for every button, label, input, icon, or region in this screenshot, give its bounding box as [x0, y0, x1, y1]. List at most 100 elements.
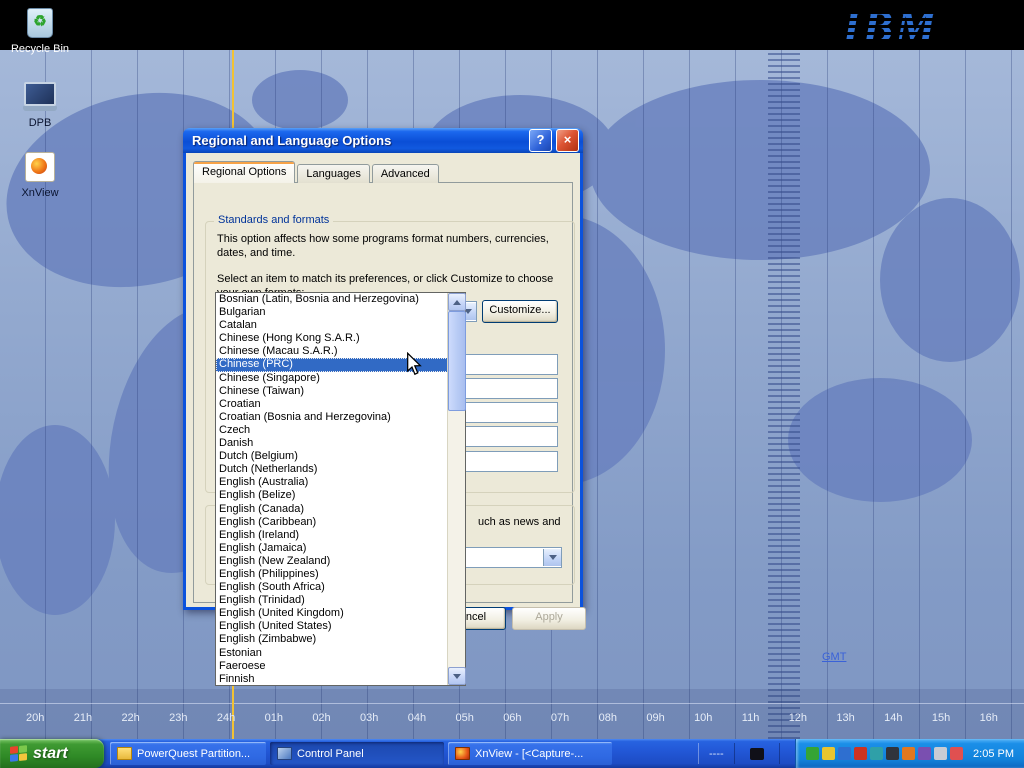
chevron-down-icon — [453, 674, 461, 679]
language-option[interactable]: Czech — [216, 424, 448, 437]
timezone-hour-label: 03h — [360, 712, 378, 724]
scheduler-icon[interactable] — [902, 747, 915, 760]
language-option[interactable]: Croatian — [216, 398, 448, 411]
timezone-hour-label: 07h — [551, 712, 569, 724]
taskbar-window-control-panel[interactable]: Control Panel — [270, 742, 444, 765]
screen: GMT 20h21h22h23h24h01h02h03h04h05h06h07h… — [0, 0, 1024, 768]
language-option[interactable]: English (Canada) — [216, 503, 448, 516]
timezone-scale: 20h21h22h23h24h01h02h03h04h05h06h07h08h0… — [26, 712, 998, 724]
desktop-icon-label: DPB — [4, 117, 76, 129]
language-option[interactable]: Chinese (Taiwan) — [216, 385, 448, 398]
scroll-up-button[interactable] — [448, 293, 466, 311]
language-option[interactable]: Dutch (Belgium) — [216, 450, 448, 463]
language-option[interactable]: Catalan — [216, 319, 448, 332]
language-option[interactable]: English (United States) — [216, 620, 448, 633]
language-option[interactable]: English (Australia) — [216, 476, 448, 489]
language-option[interactable]: Bulgarian — [216, 306, 448, 319]
timezone-hour-label: 08h — [599, 712, 617, 724]
language-option[interactable]: English (Belize) — [216, 489, 448, 502]
language-option[interactable]: Dutch (Netherlands) — [216, 463, 448, 476]
timezone-hour-label: 13h — [836, 712, 854, 724]
laptop-icon — [23, 82, 57, 114]
language-option[interactable]: Bosnian (Latin, Bosnia and Herzegovina) — [216, 293, 448, 306]
language-option[interactable]: Finnish — [216, 673, 448, 685]
start-button[interactable]: start — [0, 739, 104, 768]
scrollbar[interactable] — [447, 293, 465, 685]
language-option[interactable]: Estonian — [216, 647, 448, 660]
customize-button[interactable]: Customize... — [482, 300, 558, 323]
timescale-rule — [0, 703, 1024, 704]
language-option[interactable]: English (Ireland) — [216, 529, 448, 542]
removable-device-icon[interactable] — [950, 747, 963, 760]
language-bar-icon[interactable] — [934, 747, 947, 760]
combobox-dropdown-button[interactable] — [543, 549, 561, 566]
standards-description: This option affects how some programs fo… — [217, 232, 565, 260]
folder-icon — [117, 747, 132, 760]
timezone-hour-label: 15h — [932, 712, 950, 724]
toolbar-icon — [750, 748, 764, 760]
timezone-hour-label: 02h — [312, 712, 330, 724]
taskbar-window-xnview[interactable]: XnView - [<Capture-... — [448, 742, 612, 765]
control-panel-icon — [277, 747, 292, 760]
scrollbar-thumb[interactable] — [448, 311, 466, 411]
tab-strip: Regional Options Languages Advanced — [193, 161, 441, 183]
language-option[interactable]: Chinese (Hong Kong S.A.R.) — [216, 332, 448, 345]
location-text-fragment: uch as news and — [478, 516, 561, 528]
apply-button[interactable]: Apply — [512, 607, 586, 630]
language-option[interactable]: Croatian (Bosnia and Herzegovina) — [216, 411, 448, 424]
desktop-icon-xnview[interactable]: XnView — [4, 152, 76, 199]
display-settings-icon[interactable] — [870, 747, 883, 760]
dateline-hatch-band — [768, 50, 800, 739]
timezone-hour-label: 10h — [694, 712, 712, 724]
taskbar-toolbar-segment-2[interactable] — [735, 743, 780, 764]
language-option[interactable]: English (Jamaica) — [216, 542, 448, 555]
tab-languages[interactable]: Languages — [297, 164, 369, 183]
security-alert-icon[interactable] — [822, 747, 835, 760]
taskbar: start PowerQuest Partition... Control Pa… — [0, 739, 1024, 768]
chevron-up-icon — [453, 300, 461, 305]
desktop-icon-label: Recycle Bin — [4, 43, 76, 55]
system-tray: 2:05 PM — [795, 739, 1024, 768]
tab-regional-options[interactable]: Regional Options — [193, 161, 295, 183]
timezone-hour-label: 16h — [980, 712, 998, 724]
timezone-hour-label: 04h — [408, 712, 426, 724]
desktop-icon-label: XnView — [4, 187, 76, 199]
safety-status-icon[interactable] — [806, 747, 819, 760]
close-button[interactable]: × — [556, 129, 579, 152]
xnview-icon — [455, 747, 470, 760]
dialog-titlebar[interactable]: Regional and Language Options ? × — [183, 128, 583, 153]
language-option[interactable]: English (Caribbean) — [216, 516, 448, 529]
antivirus-icon[interactable] — [918, 747, 931, 760]
desktop-icon-recycle-bin[interactable]: ♻ Recycle Bin — [4, 6, 76, 55]
language-option[interactable]: English (South Africa) — [216, 581, 448, 594]
language-option[interactable]: English (Philippines) — [216, 568, 448, 581]
language-option[interactable]: English (United Kingdom) — [216, 607, 448, 620]
timezone-hour-label: 12h — [789, 712, 807, 724]
language-option[interactable]: Danish — [216, 437, 448, 450]
timezone-hour-label: 23h — [169, 712, 187, 724]
timezone-hour-label: 22h — [121, 712, 139, 724]
scroll-down-button[interactable] — [448, 667, 466, 685]
windows-update-icon[interactable] — [838, 747, 851, 760]
taskbar-window-powerquest[interactable]: PowerQuest Partition... — [110, 742, 266, 765]
language-option[interactable]: Faeroese — [216, 660, 448, 673]
timezone-hour-label: 06h — [503, 712, 521, 724]
taskbar-toolbar-segment[interactable]: ---- — [698, 743, 735, 764]
mouse-cursor — [405, 352, 423, 381]
ibm-logo-stripes — [814, 0, 954, 50]
timezone-hour-label: 20h — [26, 712, 44, 724]
desktop-icon-dpb[interactable]: DPB — [4, 82, 76, 129]
timezone-hour-label: 05h — [455, 712, 473, 724]
volume-icon[interactable] — [854, 747, 867, 760]
language-option[interactable]: English (Zimbabwe) — [216, 633, 448, 646]
language-dropdown-list[interactable]: Bosnian (Latin, Bosnia and Herzegovina)B… — [215, 292, 466, 686]
help-button[interactable]: ? — [529, 129, 552, 152]
xnview-icon — [25, 152, 55, 182]
chevron-down-icon — [549, 555, 557, 560]
group-label: Standards and formats — [214, 214, 333, 226]
language-option[interactable]: English (Trinidad) — [216, 594, 448, 607]
language-option[interactable]: English (New Zealand) — [216, 555, 448, 568]
tab-advanced[interactable]: Advanced — [372, 164, 439, 183]
network-status-icon[interactable] — [886, 747, 899, 760]
taskbar-clock[interactable]: 2:05 PM — [973, 748, 1014, 760]
